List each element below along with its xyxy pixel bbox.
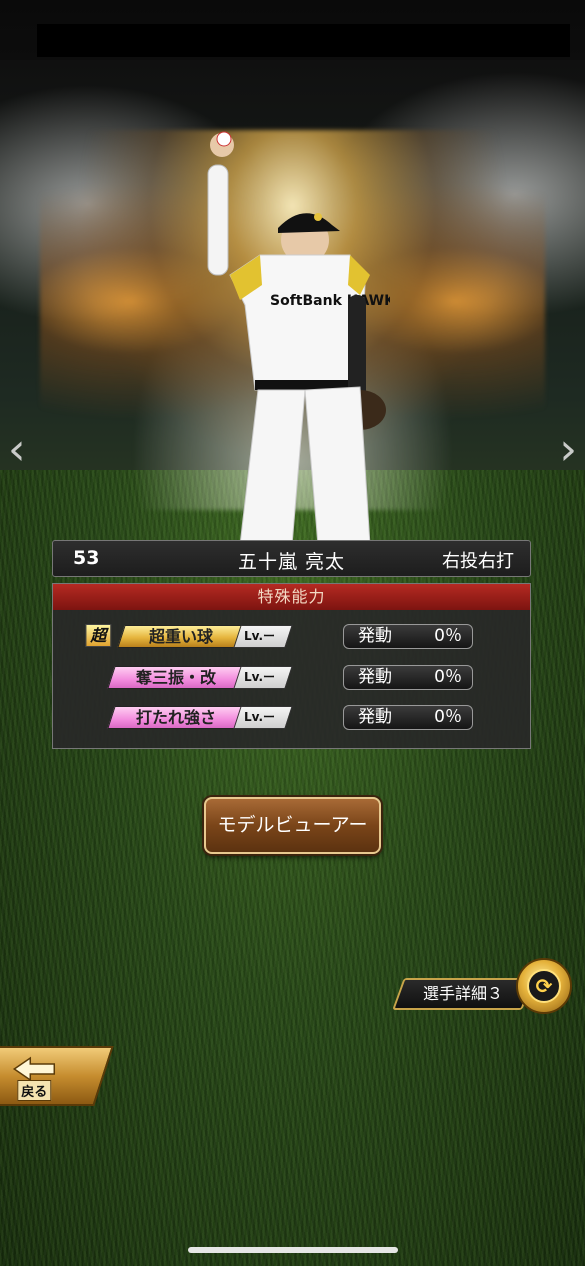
activation-label: 発動 [358, 667, 392, 687]
top-black-bar [37, 24, 570, 57]
activation-rate: 0％ [434, 626, 462, 646]
player-detail-label: 選手詳細３ [422, 984, 503, 1003]
jersey-text: SoftBank HAWKS [270, 293, 390, 309]
player-info-bar: 53 五十嵐 亮太 右投右打 [52, 540, 531, 577]
player-image: SoftBank HAWKS [207, 131, 390, 545]
ability-name: 打たれ強さ [135, 708, 216, 727]
special-abilities-panel: 特殊能力 超重い球 超 Lv.ー 発動 0％ 奪三振・改 Lv.ー 発動 0％ [52, 583, 531, 749]
home-indicator[interactable] [188, 1247, 398, 1253]
ability-row[interactable]: 超重い球 超 Lv.ー 発動 0％ [53, 622, 530, 652]
activation-box: 発動 0％ [343, 705, 473, 730]
refresh-icon: ⟳ [527, 969, 561, 1003]
prev-player-chevron-icon[interactable]: ‹ [8, 428, 26, 472]
ability-row[interactable]: 打たれ強さ Lv.ー 発動 0％ [53, 703, 530, 733]
activation-rate: 0％ [434, 667, 462, 687]
ability-badge: 打たれ強さ [107, 706, 245, 729]
activation-label: 発動 [358, 707, 392, 727]
super-icon: 超 [85, 624, 112, 647]
player-detail-button[interactable]: 選手詳細３ [392, 978, 534, 1010]
ability-row[interactable]: 奪三振・改 Lv.ー 発動 0％ [53, 663, 530, 693]
ability-name: 超重い球 [148, 627, 213, 646]
ability-level: Lv.ー [233, 666, 293, 689]
next-player-chevron-icon[interactable]: › [559, 428, 577, 472]
player-detail-screen: SoftBank HAWKS ‹ › 53 五十嵐 亮太 右投右打 特殊能力 超… [0, 0, 585, 1266]
switch-arrows-icon[interactable]: ⟳ [516, 958, 572, 1014]
activation-rate: 0％ [434, 707, 462, 727]
back-arrow-icon [12, 1056, 56, 1082]
model-viewer-button[interactable]: モデルビューアー [204, 797, 381, 854]
activation-label: 発動 [358, 626, 392, 646]
back-label: 戻る [17, 1080, 52, 1101]
abilities-header: 特殊能力 [53, 584, 530, 610]
ability-level: Lv.ー [233, 625, 293, 648]
ability-badge: 奪三振・改 [107, 666, 245, 689]
handedness: 右投右打 [442, 551, 514, 572]
ability-name: 奪三振・改 [135, 668, 216, 687]
ability-badge: 超重い球 超 [85, 624, 245, 648]
activation-box: 発動 0％ [343, 665, 473, 690]
ability-level: Lv.ー [233, 706, 293, 729]
back-button[interactable]: 戻る [0, 1046, 114, 1106]
activation-box: 発動 0％ [343, 624, 473, 649]
